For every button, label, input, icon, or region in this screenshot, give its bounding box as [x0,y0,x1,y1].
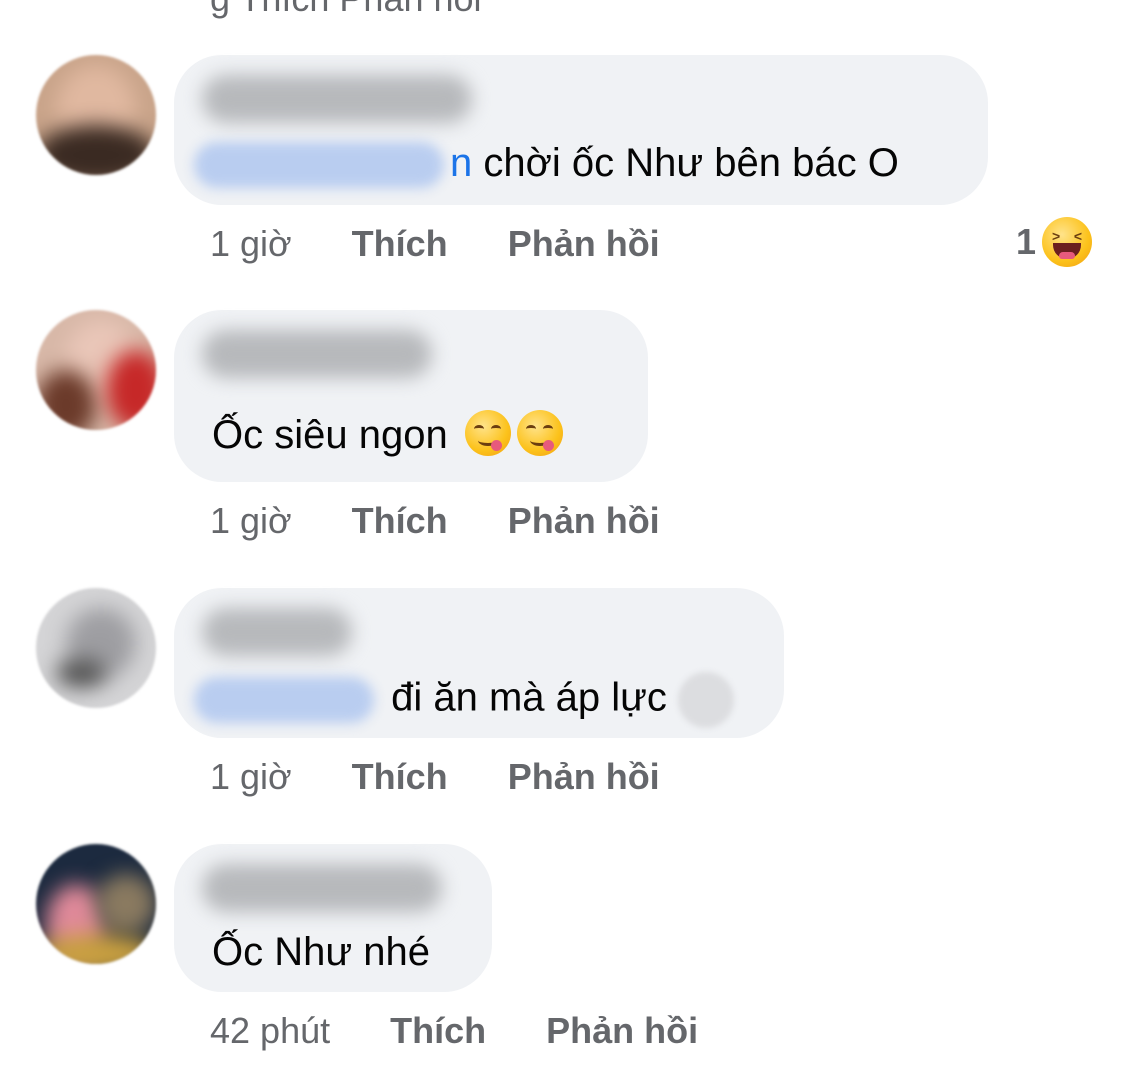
comment-time[interactable]: 1 giờ [210,223,292,265]
avatar[interactable] [36,310,156,430]
comment-bubble: n chời ốc Như bên bác O [174,55,988,205]
mention-redacted[interactable] [194,142,444,189]
comment-meta: 1 giờ Thích Phản hồi [210,756,660,798]
author-name-redacted [202,864,442,912]
like-button[interactable]: Thích [352,500,448,542]
comment-meta: 1 giờ Thích Phản hồi [210,500,660,542]
mention-tail: n [450,141,473,185]
like-button[interactable]: Thích [352,756,448,798]
avatar[interactable] [36,588,156,708]
previous-meta-text: g Thích Phản hồi [210,0,482,19]
reaction-count: 1 [1015,221,1036,262]
author-name-redacted [202,330,432,378]
reply-button[interactable]: Phản hồi [546,1010,698,1052]
comment-text: Ốc Như nhé [212,930,430,974]
comment-bubble: Ốc Như nhé [174,844,492,992]
comment-time[interactable]: 42 phút [210,1010,330,1052]
comment-text-line: Ốc Như nhé [212,928,430,976]
like-button[interactable]: Thích [390,1010,486,1052]
reply-button[interactable]: Phản hồi [508,500,660,542]
comment-meta: 42 phút Thích Phản hồi [210,1010,698,1052]
comment-bubble: Ốc siêu ngon [174,310,648,482]
comment-text-line: đi ăn mà áp lực [194,672,735,728]
comment-time[interactable]: 1 giờ [210,756,292,798]
author-name-redacted [202,608,352,656]
mention-redacted[interactable] [194,677,374,723]
author-name-redacted [202,75,472,123]
comment-time[interactable]: 1 giờ [210,500,292,542]
reply-button[interactable]: Phản hồi [508,756,660,798]
yum-emoji-icon [464,410,511,456]
laughing-emoji-icon: > < [1042,217,1092,267]
comment-text-line: n chời ốc Như bên bác O [194,139,899,189]
reply-button[interactable]: Phản hồi [508,223,660,265]
comment-text: chời ốc Như bên bác O [483,141,899,185]
comment-text-line: Ốc siêu ngon [212,410,563,459]
like-button[interactable]: Thích [352,223,448,265]
comment-bubble: đi ăn mà áp lực [174,588,784,738]
comment-meta: 1 giờ Thích Phản hồi [210,223,660,265]
reaction-summary[interactable]: 1 > < [1016,217,1092,267]
avatar[interactable] [36,844,156,964]
redacted-emoji [678,672,735,728]
yum-emoji-icon [516,410,563,456]
comment-text: Ốc siêu ngon [212,413,448,457]
avatar[interactable] [36,55,156,175]
previous-comment-meta: g Thích Phản hồi [210,0,482,20]
comment-text: đi ăn mà áp lực [391,675,667,720]
